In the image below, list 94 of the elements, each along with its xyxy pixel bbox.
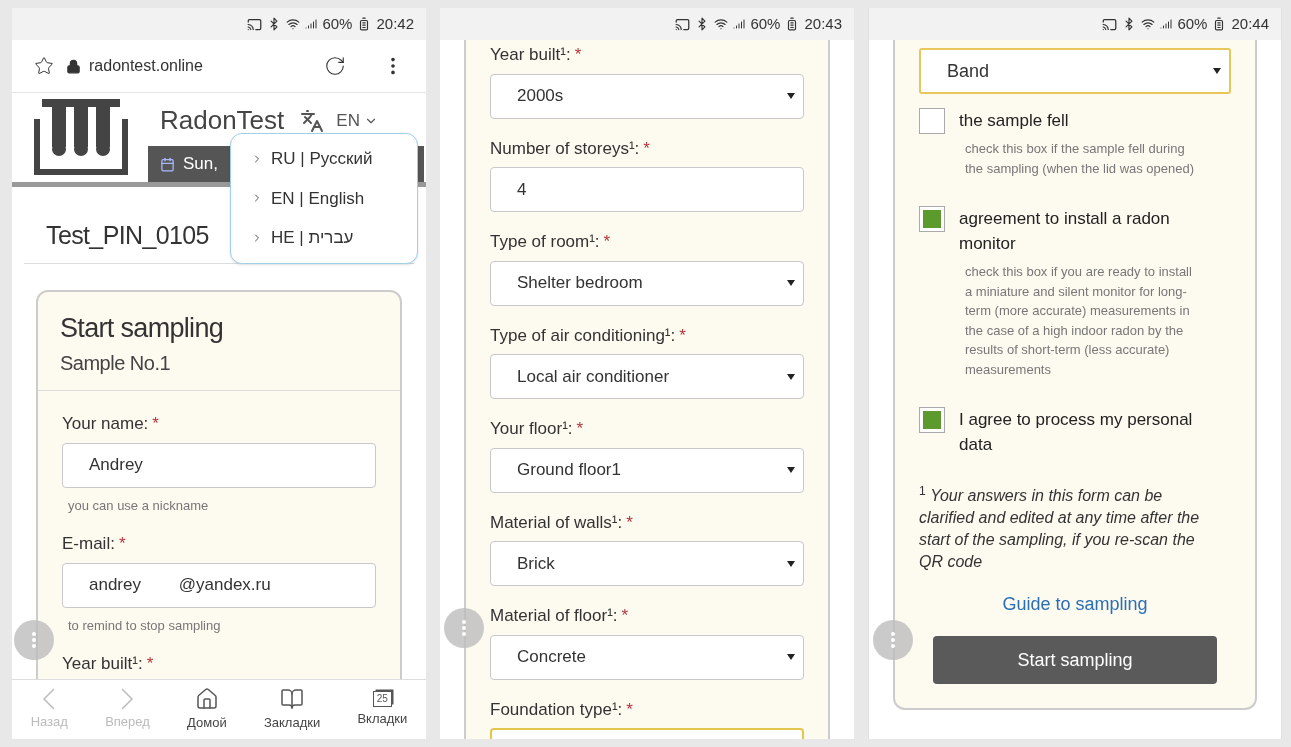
select-field[interactable]: Concrete [490,634,804,680]
select-field[interactable]: 2000s [490,73,804,119]
field-label: Your floor¹: [490,418,573,440]
checkbox-hint: check this box if you are ready to install a miniature and silent monitor for long-term (more accurate) measurements in the case of a high indoor radon by the results of short-term (less accurate) measurements [965,263,1193,379]
back-icon [43,687,56,710]
select-field[interactable]: Brick [490,541,804,586]
input-field[interactable]: Andrey [62,442,376,488]
forward-icon [121,687,134,710]
required-asterisk: * [643,137,650,160]
checkbox-label: agreement to install a radon monitor [959,208,1171,255]
wifi-icon [714,17,729,31]
bookmarks-icon [280,686,305,711]
field-hint: to remind to stop sampling [68,616,222,635]
dropdown-arrow-icon [787,467,795,473]
language-option[interactable]: RU | Русский [271,146,373,172]
clock-time: 20:42 [376,13,414,34]
language-option[interactable]: EN | English [271,185,365,211]
cast-icon [675,16,691,32]
select-field[interactable]: Band [919,48,1231,94]
field-hint: you can use a nickname [68,496,210,515]
dropdown-arrow-icon [787,280,795,286]
nav-label[interactable]: Вкладки [357,708,408,729]
language-selector[interactable]: EN [336,107,360,134]
field-label: Type of air conditioning¹: [490,324,676,347]
checkbox-label: I agree to process my personal data [959,409,1194,456]
dropdown-arrow-icon [787,93,795,99]
select-field[interactable]: Local air conditioner [490,354,804,399]
signal-icon [1160,18,1173,30]
select-field[interactable]: Shelter bedroom [490,260,804,306]
field-label: Your name: [62,413,149,435]
dropdown-arrow-icon [1213,68,1221,74]
field-label: Year built¹: [490,44,571,66]
required-asterisk: * [603,231,611,253]
checkbox[interactable] [919,407,945,433]
battery-level: 60% [1177,13,1208,34]
start-sampling-button[interactable]: Start sampling [933,636,1217,684]
floating-menu-button[interactable] [873,620,913,660]
field-label: Type of room¹: [490,231,600,253]
more-icon [462,620,466,636]
reload-icon[interactable] [324,55,346,77]
dropdown-arrow-icon [787,373,795,380]
more-icon [32,632,36,648]
wifi-icon [1141,17,1156,31]
battery-level: 60% [750,13,781,34]
input-field[interactable]: 4 [490,167,804,212]
required-asterisk: * [146,653,154,675]
signal-icon [305,18,318,30]
field-label: Foundation type¹: [490,698,623,721]
brand-name: RadonTest [160,104,285,137]
required-asterisk: * [626,511,633,534]
required-asterisk: * [118,533,126,555]
dropdown-arrow-icon [787,560,795,567]
required-asterisk: * [152,413,159,435]
wifi-icon [286,17,301,31]
checkbox[interactable] [919,108,945,134]
required-asterisk: * [574,44,582,66]
tabs-count-icon: 25 [372,690,392,707]
required-asterisk: * [679,324,686,347]
more-icon [891,632,895,648]
clock-time: 20:44 [1231,13,1269,34]
checkbox-label: the sample fell [959,110,1070,132]
battery-level: 60% [322,13,353,34]
required-asterisk: * [626,698,633,721]
input-field[interactable]: andrey @yandex.ru [62,562,376,608]
select-field[interactable]: Ground floor1 [490,447,804,493]
url-text[interactable]: radontest.online [89,54,312,78]
cast-icon [1102,16,1118,32]
checkbox-hint: check this box if the sample fell during the sampling (when the lid was opened) [965,140,1196,178]
floating-menu-button[interactable] [14,620,54,660]
footnote-text: $^{1}$ Your answers in this form can be clarified and edited at any time after the start of the sampling, if you re-scan the QR code [919,485,1201,572]
home-icon [194,686,219,711]
clock-time: 20:43 [804,13,842,34]
floating-menu-button[interactable] [444,608,484,648]
page-title: Test_PIN_0105 [46,221,209,249]
lock-icon [66,58,81,74]
card-subtitle: Sample No.1 [60,351,172,376]
required-asterisk: * [576,418,584,440]
required-asterisk: * [621,605,629,627]
nav-label[interactable]: Закладки [263,712,321,733]
field-label: Material of floor¹: [490,605,618,627]
card-title: Start sampling [60,311,225,345]
checkbox[interactable] [919,206,945,232]
language-option[interactable]: HE | עברית [271,225,354,251]
dropdown-arrow-icon [787,654,795,660]
nav-label[interactable]: Домой [187,712,227,733]
guide-link[interactable]: Guide to sampling [1002,591,1148,618]
translate-icon [300,108,325,133]
field-label: Material of walls¹: [490,511,623,534]
bookmark-star-icon[interactable] [34,56,54,76]
field-label: Year built¹: [62,653,143,675]
signal-icon [733,18,746,30]
cast-icon [247,16,263,32]
field-label: E-mail: [62,533,115,555]
field-label: Number of storeys¹: [490,137,640,160]
